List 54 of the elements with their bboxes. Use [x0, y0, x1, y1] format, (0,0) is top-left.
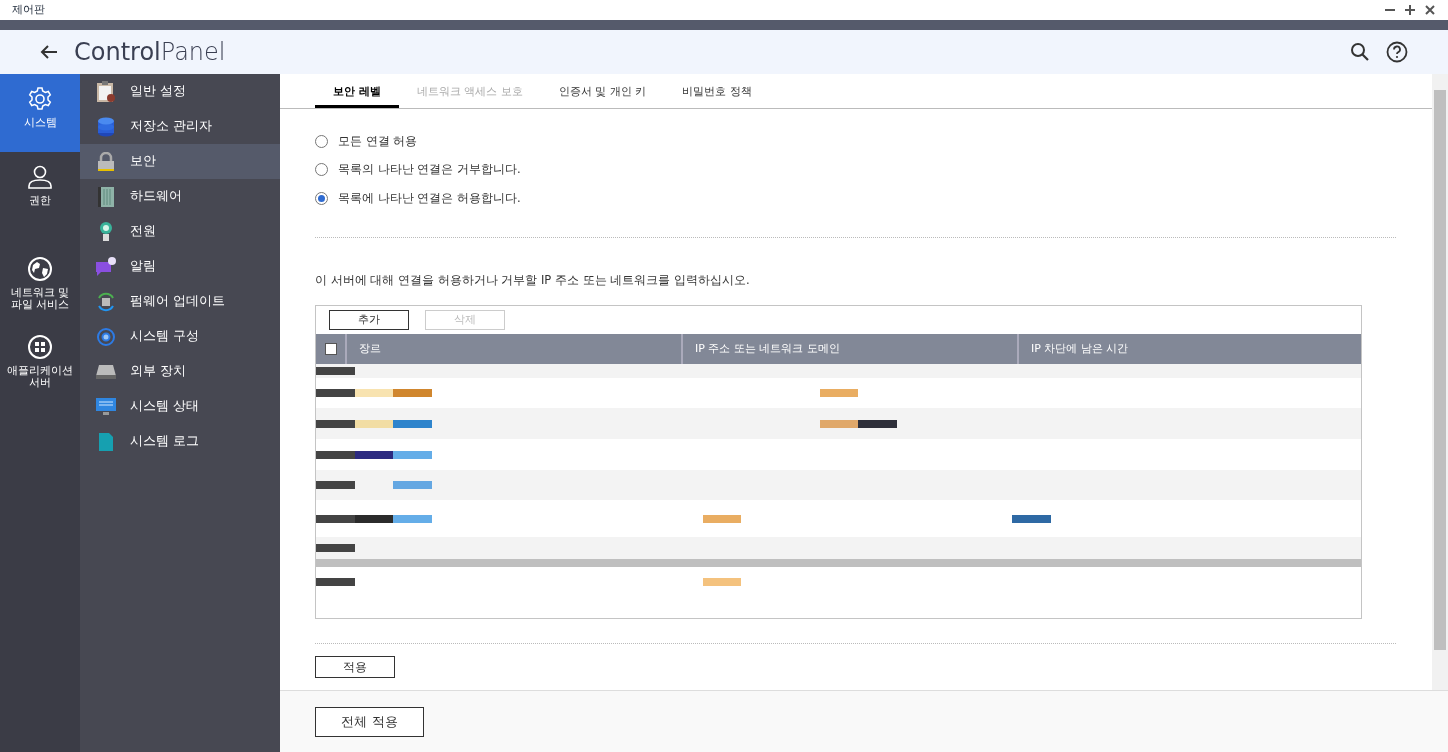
- scrollbar[interactable]: [1432, 74, 1448, 690]
- window-title: 제어판: [12, 1, 45, 18]
- radio-label: 모든 연결 허용: [338, 133, 418, 150]
- apply-button[interactable]: 적용: [315, 656, 395, 678]
- tab[interactable]: 보안 레벨: [315, 84, 399, 108]
- back-arrow-icon[interactable]: [40, 44, 58, 60]
- sidebar-item[interactable]: 시스템 구성: [80, 319, 280, 354]
- sidebar-item[interactable]: 저장소 관리자: [80, 109, 280, 144]
- radio-button[interactable]: [315, 191, 328, 205]
- chip-icon: [96, 291, 116, 312]
- tab[interactable]: 비밀번호 정책: [664, 84, 770, 108]
- monitor-icon: [95, 396, 117, 417]
- sidebar-item[interactable]: 시스템 로그: [80, 424, 280, 459]
- sidebar-item[interactable]: 보안: [80, 144, 280, 179]
- drive-icon: [95, 363, 117, 380]
- gear-icon: [96, 326, 116, 347]
- radio-label: 목록의 나타난 연결은 거부합니다.: [338, 161, 521, 179]
- lock-icon: [97, 151, 115, 172]
- sidebar-item[interactable]: 시스템 상태: [80, 389, 280, 424]
- horizontal-scrollbar[interactable]: [316, 559, 1361, 567]
- select-all-checkbox[interactable]: [324, 343, 337, 355]
- gear-icon: [27, 86, 53, 112]
- nav-item[interactable]: 네트워크 및 파일 서비스: [0, 244, 80, 322]
- radio-button[interactable]: [315, 135, 328, 149]
- maximize-icon[interactable]: [1404, 4, 1416, 16]
- instruction-text: 이 서버에 대해 연결을 허용하거나 거부할 IP 주소 또는 네트워크를 입력하십시오.: [315, 271, 751, 289]
- sidebar-item[interactable]: 외부 장치: [80, 354, 280, 389]
- apps-icon: [27, 334, 53, 360]
- chat-icon: [95, 256, 117, 277]
- help-icon[interactable]: [1386, 41, 1408, 63]
- column-header[interactable]: IP 차단에 남은 시간: [1019, 334, 1361, 364]
- radio-label: 목록에 나타난 연결은 허용합니다.: [338, 189, 521, 207]
- tab[interactable]: 인증서 및 개인 키: [540, 84, 665, 108]
- app-title: ControlPanel: [74, 37, 226, 68]
- sidebar-item[interactable]: 일반 설정: [80, 74, 280, 109]
- log-icon: [98, 431, 114, 452]
- database-icon: [97, 116, 115, 137]
- sidebar-item[interactable]: 펌웨어 업데이트: [80, 284, 280, 319]
- bulb-icon: [99, 220, 113, 243]
- sidebar-item[interactable]: 하드웨어: [80, 179, 280, 214]
- nav-item[interactable]: 권한: [0, 152, 80, 244]
- apply-all-button[interactable]: 전체 적용: [315, 706, 424, 737]
- hardware-icon: [97, 185, 115, 208]
- user-icon: [27, 164, 53, 190]
- close-icon[interactable]: [1424, 4, 1436, 16]
- search-icon[interactable]: [1350, 42, 1370, 62]
- radio-button[interactable]: [315, 163, 328, 177]
- nav-item[interactable]: 애플리케이션 서버: [0, 322, 80, 400]
- toolbar-button[interactable]: 추가: [329, 310, 409, 330]
- clipboard-icon: [96, 80, 116, 103]
- sidebar-item[interactable]: 알림: [80, 249, 280, 284]
- sidebar-item[interactable]: 전원: [80, 214, 280, 249]
- nav-item[interactable]: 시스템: [0, 74, 80, 152]
- globe-icon: [27, 256, 53, 282]
